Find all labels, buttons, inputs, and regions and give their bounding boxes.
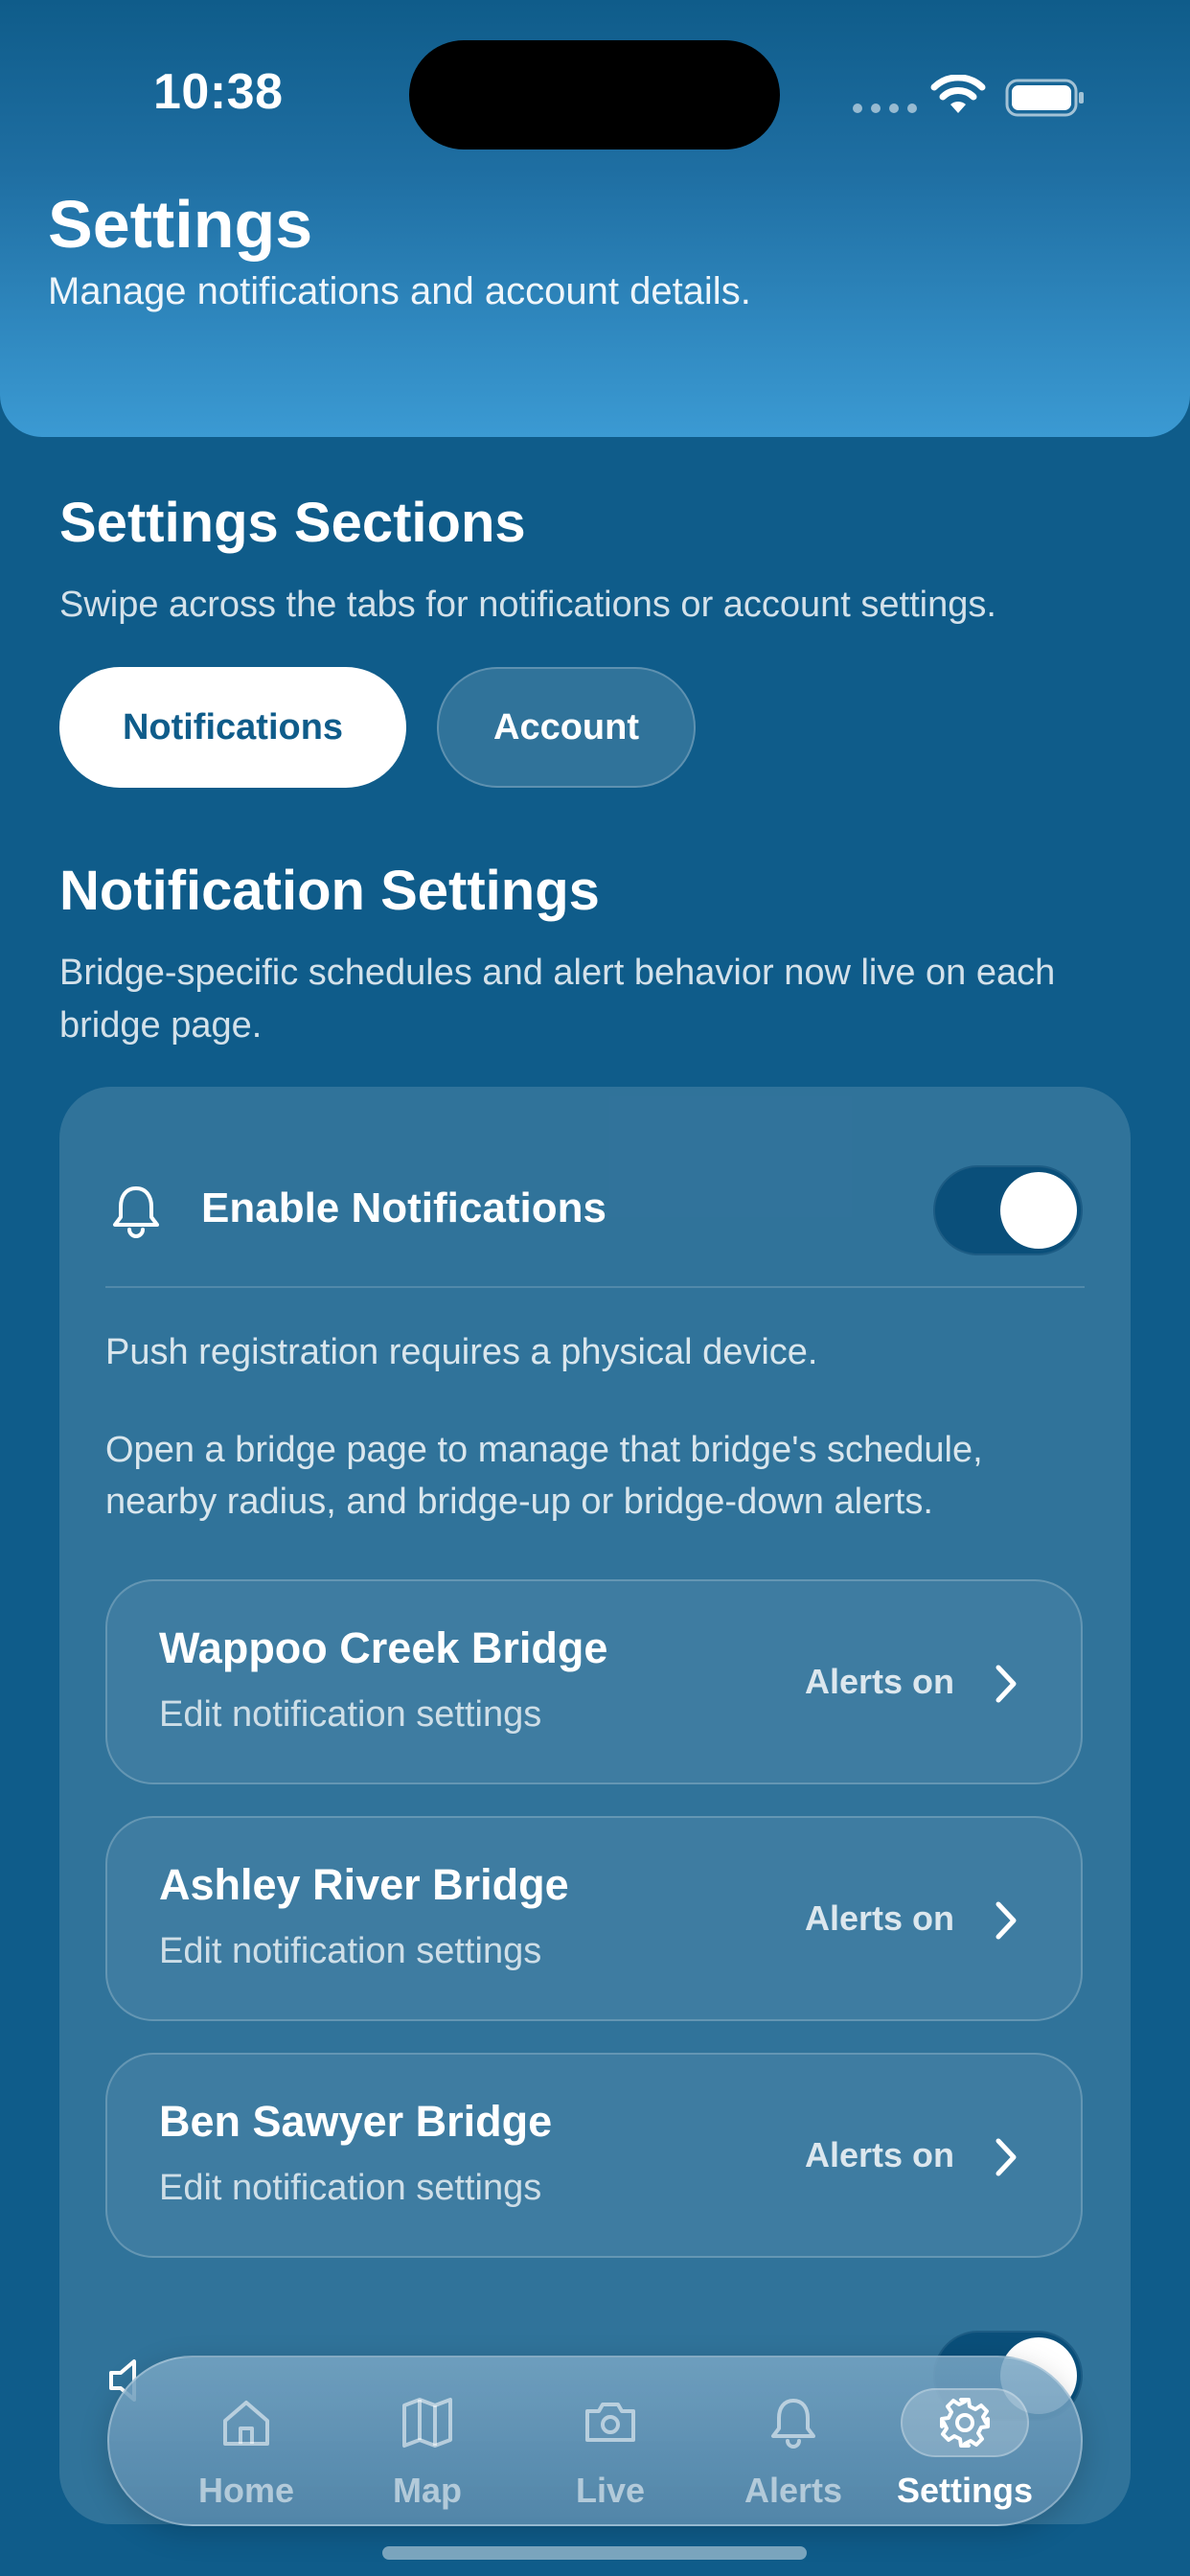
cellular-signal-icon: [853, 104, 917, 113]
notification-settings-title: Notification Settings: [59, 860, 600, 922]
camera-icon: [585, 2403, 635, 2442]
bridge-name: Ben Sawyer Bridge: [159, 2097, 553, 2146]
wifi-icon: [930, 75, 986, 113]
bridge-page-info: Open a bridge page to manage that bridge…: [105, 1430, 983, 1522]
chevron-right-icon: [995, 2138, 1017, 2176]
bell-icon: [771, 2399, 815, 2449]
tab-bar-label: Settings: [896, 2471, 1033, 2510]
bridge-subtitle: Edit notification settings: [159, 1931, 542, 1971]
tab-notifications[interactable]: Notifications: [59, 667, 406, 788]
dynamic-island: [409, 40, 780, 150]
tab-bar: Home Map Live Alerts Settings: [107, 2356, 1083, 2526]
status-time: 10:38: [153, 64, 284, 120]
enable-notifications-label: Enable Notifications: [201, 1184, 606, 1231]
tab-bar-label: Alerts: [744, 2471, 843, 2510]
bell-icon: [113, 1186, 159, 1238]
bridge-alert-status: Alerts on: [804, 1898, 954, 1938]
bridge-alert-status: Alerts on: [804, 2135, 954, 2174]
home-indicator: [382, 2546, 807, 2560]
tab-bar-map[interactable]: Map: [336, 2358, 518, 2528]
bridge-row-ben-sawyer[interactable]: Ben Sawyer Bridge Edit notification sett…: [105, 2053, 1083, 2258]
home-icon: [223, 2401, 269, 2446]
tab-bar-label: Live: [575, 2471, 646, 2510]
tab-bar-alerts[interactable]: Alerts: [702, 2358, 884, 2528]
page-title: Settings: [48, 187, 313, 262]
bridge-row-wappoo-creek[interactable]: Wappoo Creek Bridge Edit notification se…: [105, 1579, 1083, 1784]
bridge-alert-status: Alerts on: [804, 1662, 954, 1701]
settings-sections-description: Swipe across the tabs for notifications …: [59, 585, 996, 625]
bridge-subtitle: Edit notification settings: [159, 2168, 542, 2208]
tab-bar-live[interactable]: Live: [519, 2358, 701, 2528]
bridge-subtitle: Edit notification settings: [159, 1694, 542, 1735]
divider: [105, 1286, 1085, 1288]
bridge-row-ashley-river[interactable]: Ashley River Bridge Edit notification se…: [105, 1816, 1083, 2021]
enable-notifications-toggle[interactable]: [933, 1165, 1083, 1255]
tab-bar-label: Home: [197, 2471, 295, 2510]
notification-settings-card: [59, 1087, 1131, 2524]
battery-icon: [1005, 79, 1084, 117]
bridge-name: Wappoo Creek Bridge: [159, 1623, 608, 1672]
notification-settings-description: Bridge-specific schedules and alert beha…: [59, 953, 1056, 1046]
tab-bar-label: Map: [393, 2471, 462, 2510]
bridge-name: Ashley River Bridge: [159, 1860, 569, 1909]
chevron-right-icon: [995, 1901, 1017, 1940]
tab-bar-home[interactable]: Home: [155, 2358, 337, 2528]
settings-sections-title: Settings Sections: [59, 492, 526, 554]
push-registration-info: Push registration requires a physical de…: [105, 1332, 818, 1372]
gear-icon: [940, 2398, 990, 2448]
tab-account[interactable]: Account: [437, 667, 696, 788]
page-subtitle: Manage notifications and account details…: [48, 270, 751, 312]
map-icon: [402, 2398, 452, 2448]
chevron-right-icon: [995, 1665, 1017, 1703]
tab-bar-settings[interactable]: Settings: [874, 2358, 1056, 2528]
